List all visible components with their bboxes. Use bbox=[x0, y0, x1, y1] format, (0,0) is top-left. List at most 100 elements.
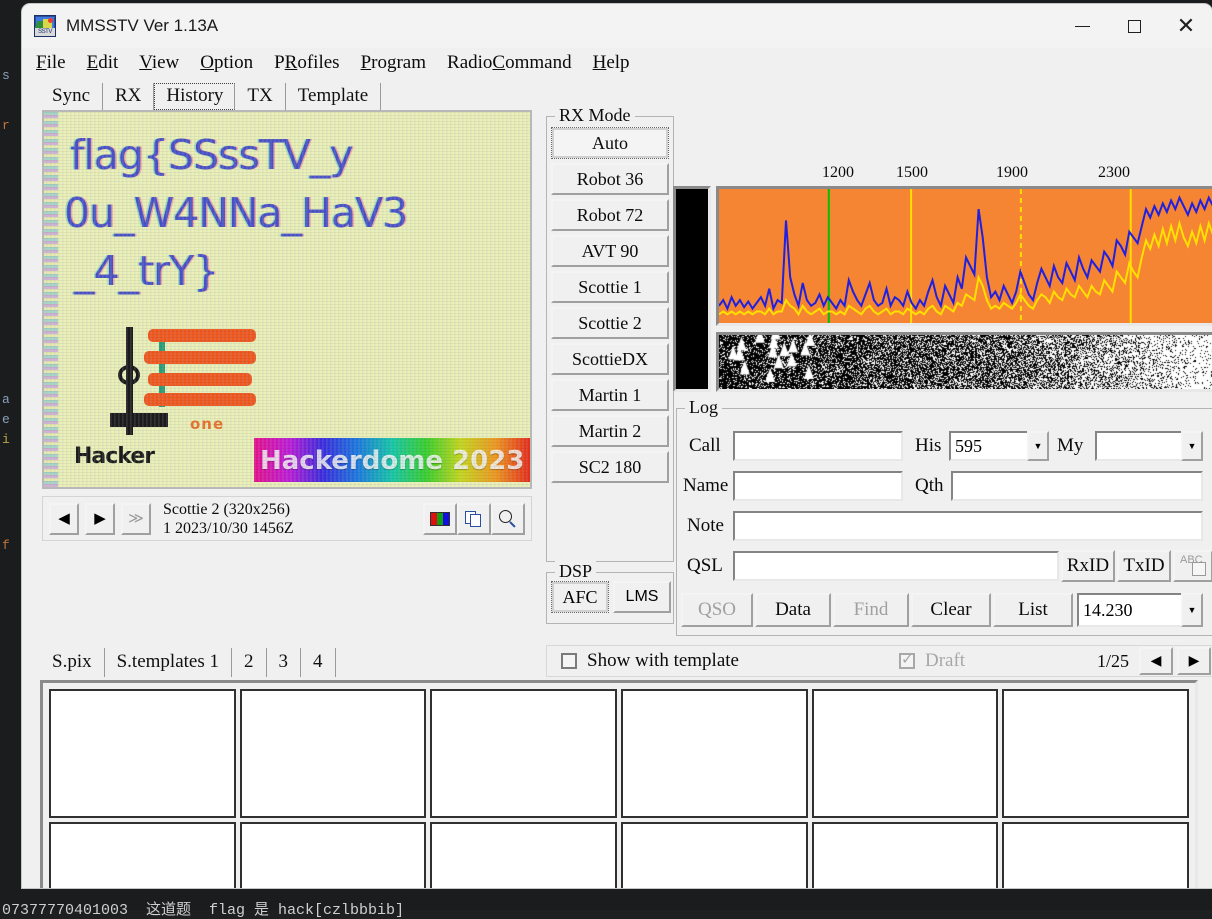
title-bar: SSTV MMSSTV Ver 1.13A ✕ bbox=[22, 4, 1212, 48]
his-value[interactable]: 595 bbox=[949, 431, 1027, 461]
his-dropdown-arrow[interactable]: ▼ bbox=[1027, 431, 1049, 461]
my-combo[interactable]: ▼ bbox=[1095, 431, 1203, 461]
image-forward-button[interactable]: ≫ bbox=[121, 503, 151, 535]
rx-mode-martin2[interactable]: Martin 2 bbox=[551, 415, 669, 447]
rx-mode-robot72[interactable]: Robot 72 bbox=[551, 199, 669, 231]
tab-rx[interactable]: RX bbox=[103, 83, 154, 110]
sstv-banner-text: Hackerdome 2023 bbox=[260, 446, 524, 476]
window-controls: ✕ bbox=[1056, 4, 1212, 48]
page-next-button[interactable]: ▶ bbox=[1177, 647, 1211, 675]
level-meter-bar bbox=[673, 186, 711, 392]
tab-stemplates-3[interactable]: 3 bbox=[267, 648, 302, 677]
dsp-lms-button[interactable]: LMS bbox=[613, 581, 671, 613]
name-input[interactable] bbox=[733, 471, 903, 501]
qsl-input[interactable] bbox=[733, 551, 1059, 581]
image-icon-buttons bbox=[423, 503, 525, 535]
rx-mode-sc2-180[interactable]: SC2 180 bbox=[551, 451, 669, 483]
qth-input[interactable] bbox=[951, 471, 1203, 501]
menu-item-view[interactable]: View bbox=[139, 52, 179, 74]
app-icon: SSTV bbox=[34, 15, 56, 37]
thumbnail-cell[interactable] bbox=[240, 822, 427, 888]
show-with-template-checkbox[interactable] bbox=[561, 653, 577, 669]
menu-item-profiles[interactable]: PRofiles bbox=[274, 52, 339, 74]
thumbnail-cell[interactable] bbox=[49, 689, 236, 818]
abc-checkbox-icon bbox=[1192, 562, 1206, 576]
draft-checkbox[interactable] bbox=[899, 653, 915, 669]
my-value[interactable] bbox=[1095, 431, 1181, 461]
tab-stemplates-1[interactable]: S.templates 1 bbox=[105, 648, 232, 677]
thumbnail-cell[interactable] bbox=[1002, 689, 1189, 818]
close-button[interactable]: ✕ bbox=[1160, 4, 1212, 48]
clear-button[interactable]: Clear bbox=[911, 593, 991, 627]
close-icon: ✕ bbox=[1177, 15, 1195, 37]
frequency-dropdown-arrow[interactable]: ▼ bbox=[1181, 593, 1203, 627]
spectrum-display[interactable] bbox=[716, 186, 1212, 326]
thumbnail-cell[interactable] bbox=[1002, 822, 1189, 888]
rx-mode-martin1[interactable]: Martin 1 bbox=[551, 379, 669, 411]
txid-button[interactable]: TxID bbox=[1117, 550, 1171, 582]
thumbnail-cell[interactable] bbox=[430, 822, 617, 888]
maximize-button[interactable] bbox=[1108, 4, 1160, 48]
rx-mode-scottie2[interactable]: Scottie 2 bbox=[551, 307, 669, 339]
tab-history[interactable]: History bbox=[154, 83, 235, 110]
menu-item-file[interactable]: File bbox=[36, 52, 66, 74]
his-combo[interactable]: 595 ▼ bbox=[949, 431, 1049, 461]
rx-image-frame[interactable]: flag{SSssTV_y 0u_W4NNa_HaV3 _4_trY} one … bbox=[42, 110, 532, 489]
tab-template[interactable]: Template bbox=[286, 83, 381, 110]
zoom-button[interactable] bbox=[491, 503, 525, 535]
image-prev-button[interactable]: ◀ bbox=[49, 503, 79, 535]
note-input[interactable] bbox=[733, 511, 1203, 541]
tab-sync[interactable]: Sync bbox=[40, 83, 103, 110]
frequency-value[interactable]: 14.230 bbox=[1077, 593, 1181, 627]
abc-button[interactable]: ABC bbox=[1173, 550, 1212, 582]
thumbnail-cell[interactable] bbox=[49, 822, 236, 888]
rx-mode-avt90[interactable]: AVT 90 bbox=[551, 235, 669, 267]
thumbnail-cell[interactable] bbox=[621, 689, 808, 818]
data-button[interactable]: Data bbox=[755, 593, 831, 627]
level-adjust-button[interactable] bbox=[423, 503, 457, 535]
waterfall-display[interactable] bbox=[716, 332, 1212, 392]
thumbnail-cell[interactable] bbox=[621, 822, 808, 888]
call-input[interactable] bbox=[733, 431, 903, 461]
rx-mode-auto[interactable]: Auto bbox=[551, 127, 669, 159]
dsp-afc-button[interactable]: AFC bbox=[551, 581, 609, 613]
menu-item-option[interactable]: Option bbox=[200, 52, 253, 74]
sstv-logo-flag: one bbox=[104, 327, 264, 437]
tab-stemplates-2[interactable]: 2 bbox=[232, 648, 267, 677]
thumbnail-cell[interactable] bbox=[812, 822, 999, 888]
rx-mode-scottiedx[interactable]: ScottieDX bbox=[551, 343, 669, 375]
thumbnail-cell[interactable] bbox=[240, 689, 427, 818]
bg-fragment-2: a bbox=[2, 392, 10, 407]
thumbnail-cell[interactable] bbox=[812, 689, 999, 818]
desktop-background: s r a e i f 07377770401003 这道题 flag 是 ha… bbox=[0, 0, 1212, 910]
rxid-button[interactable]: RxID bbox=[1061, 550, 1115, 582]
menu-item-edit[interactable]: Edit bbox=[87, 52, 119, 74]
qso-button[interactable]: QSO bbox=[681, 593, 753, 627]
image-date-line: 1 2023/10/30 1456Z bbox=[163, 519, 294, 538]
sstv-logo-sub: one bbox=[190, 415, 224, 433]
list-button[interactable]: List bbox=[993, 593, 1073, 627]
app-window: SSTV MMSSTV Ver 1.13A ✕ File Edit View O… bbox=[22, 4, 1212, 888]
frequency-combo[interactable]: 14.230 ▼ bbox=[1077, 593, 1203, 627]
tab-tx[interactable]: TX bbox=[235, 83, 285, 110]
menu-item-radiocommand[interactable]: RadioCommand bbox=[447, 52, 572, 74]
spectrum-svg bbox=[719, 189, 1212, 323]
menu-item-program[interactable]: Program bbox=[361, 52, 426, 74]
freq-label-1900: 1900 bbox=[996, 164, 1028, 182]
my-dropdown-arrow[interactable]: ▼ bbox=[1181, 431, 1203, 461]
call-label: Call bbox=[689, 435, 721, 457]
template-options-row: Show with template Draft 1/25 ◀ ▶ bbox=[546, 645, 1212, 677]
tab-stemplates-4[interactable]: 4 bbox=[301, 648, 336, 677]
minimize-button[interactable] bbox=[1056, 4, 1108, 48]
thumbnail-cell[interactable] bbox=[430, 689, 617, 818]
rx-mode-robot36[interactable]: Robot 36 bbox=[551, 163, 669, 195]
page-prev-button[interactable]: ◀ bbox=[1139, 647, 1173, 675]
menu-item-help[interactable]: Help bbox=[593, 52, 630, 74]
image-next-button[interactable]: ▶ bbox=[85, 503, 115, 535]
show-with-template-label: Show with template bbox=[587, 650, 739, 672]
rx-mode-scottie1[interactable]: Scottie 1 bbox=[551, 271, 669, 303]
draft-label: Draft bbox=[925, 650, 965, 672]
tab-spix[interactable]: S.pix bbox=[40, 648, 105, 677]
find-button[interactable]: Find bbox=[833, 593, 909, 627]
copy-button[interactable] bbox=[457, 503, 491, 535]
